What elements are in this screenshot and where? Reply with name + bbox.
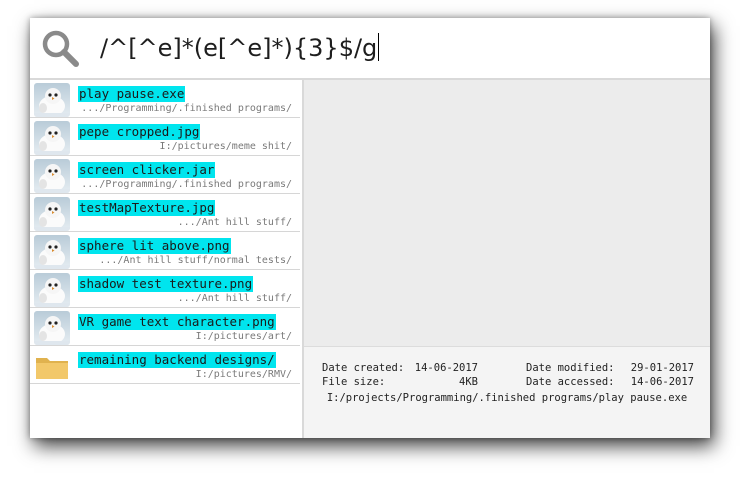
result-path: I:/pictures/meme shit/ bbox=[159, 141, 292, 152]
file-thumbnail-icon bbox=[34, 311, 70, 345]
result-name: VR game text character.png bbox=[78, 314, 276, 330]
search-bar: /^[^e]*(e[^e]*){3}$/g bbox=[30, 18, 710, 80]
result-path: .../Ant hill stuff/ bbox=[177, 217, 292, 228]
date-accessed-value: 14-06-2017 bbox=[630, 376, 694, 388]
date-modified-value: 29-01-2017 bbox=[630, 362, 694, 374]
details-row-1: Date created: 14-06-2017 Date modified: … bbox=[322, 361, 694, 375]
file-details: Date created: 14-06-2017 Date modified: … bbox=[304, 346, 710, 438]
result-item[interactable]: remaining backend designs/I:/pictures/RM… bbox=[30, 346, 300, 384]
result-path: I:/pictures/art/ bbox=[195, 331, 292, 342]
result-name: remaining backend designs/ bbox=[78, 352, 276, 368]
result-path: .../Programming/.finished programs/ bbox=[81, 179, 292, 190]
file-thumbnail-icon bbox=[34, 197, 70, 231]
result-name: screen clicker.jar bbox=[78, 162, 216, 178]
date-created-value: 14-06-2017 bbox=[414, 362, 478, 374]
search-icon bbox=[42, 30, 79, 67]
file-thumbnail-icon bbox=[34, 121, 70, 155]
result-name: shadow test texture.png bbox=[78, 276, 254, 292]
text-caret bbox=[378, 33, 380, 61]
result-item[interactable]: sphere lit above.png .../Ant hill stuff/n… bbox=[30, 232, 300, 270]
full-file-path: I:/projects/Programming/.finished progra… bbox=[326, 392, 688, 404]
result-name: play pause.exe bbox=[78, 86, 186, 102]
search-input[interactable]: /^[^e]*(e[^e]*){3}$/g bbox=[100, 32, 380, 64]
details-row-2: File size: 4KB Date accessed: 14-06-2017 bbox=[322, 375, 694, 389]
result-path: .../Programming/.finished programs/ bbox=[81, 103, 292, 114]
file-thumbnail-icon bbox=[34, 83, 70, 117]
file-thumbnail-icon bbox=[34, 235, 70, 269]
result-item[interactable]: testMapTexture.jpg .../Ant hill stuff/ bbox=[30, 194, 300, 232]
file-size-value: 4KB bbox=[459, 376, 478, 388]
result-item[interactable]: screen clicker.jar .../Programming/.finis… bbox=[30, 156, 300, 194]
preview-pane bbox=[304, 80, 710, 346]
folder-icon bbox=[34, 349, 70, 383]
result-name: sphere lit above.png bbox=[78, 238, 231, 254]
file-thumbnail-icon bbox=[34, 159, 70, 193]
result-name: testMapTexture.jpg bbox=[78, 200, 216, 216]
date-accessed-label: Date accessed: bbox=[526, 376, 615, 388]
date-modified-label: Date modified: bbox=[526, 362, 615, 374]
results-list[interactable]: play pause.exe .../Programming/.finished … bbox=[30, 80, 304, 438]
result-path: I:/pictures/RMV/ bbox=[195, 369, 292, 380]
result-path: .../Ant hill stuff/normal tests/ bbox=[99, 255, 292, 266]
result-item[interactable]: shadow test texture.png .../Ant hill stuf… bbox=[30, 270, 300, 308]
result-item[interactable]: VR game text character.png I:/pictures/ar… bbox=[30, 308, 300, 346]
result-item[interactable]: play pause.exe .../Programming/.finished … bbox=[30, 80, 300, 118]
result-item[interactable]: pepe cropped.jpg I:/pictures/meme shit/ bbox=[30, 118, 300, 156]
search-window: /^[^e]*(e[^e]*){3}$/g play pause.exe .../… bbox=[30, 18, 710, 438]
search-query-text: /^[^e]*(e[^e]*){3}$/g bbox=[100, 34, 378, 62]
result-path: .../Ant hill stuff/ bbox=[177, 293, 292, 304]
result-name: pepe cropped.jpg bbox=[78, 124, 201, 140]
file-thumbnail-icon bbox=[34, 273, 70, 307]
